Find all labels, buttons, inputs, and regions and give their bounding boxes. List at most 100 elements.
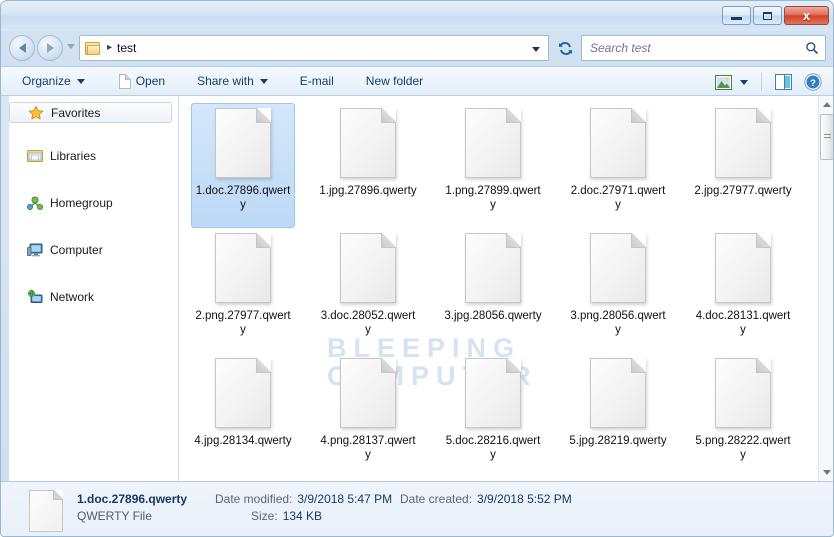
document-icon — [465, 233, 521, 303]
file-item-label: 3.jpg.28056.qwerty — [444, 310, 542, 322]
explorer-body: Favorites Libraries Homegroup Computer N… — [1, 96, 833, 481]
help-icon: ? — [804, 73, 822, 91]
command-toolbar: Organize Open Share with E-mail New fold… — [1, 66, 833, 97]
status-date-created: Date created: 3/9/2018 5:52 PM — [400, 492, 572, 506]
document-icon — [215, 108, 271, 178]
status-date-modified-label: Date modified: — [215, 492, 293, 506]
file-item[interactable]: 5.doc.28216.qwerty — [441, 353, 545, 478]
file-item[interactable]: 1.png.27899.qwerty — [441, 103, 545, 228]
sidebar-item-network[interactable]: Network — [9, 286, 172, 307]
recent-pages-chevron-down-icon[interactable] — [67, 44, 75, 49]
document-icon — [465, 358, 521, 428]
share-with-label: Share with — [197, 74, 254, 88]
show-preview-pane-button[interactable] — [770, 69, 797, 95]
file-item-label: 1.doc.27896.qwerty — [195, 185, 291, 211]
chevron-down-icon — [259, 78, 268, 84]
document-icon — [340, 358, 396, 428]
close-icon: x — [802, 8, 811, 23]
email-label: E-mail — [299, 74, 334, 88]
file-item[interactable]: 3.jpg.28056.qwerty — [441, 228, 545, 353]
file-list-pane[interactable]: BLEEPING COMPUTER 1.doc.27896.qwerty 1.jp… — [179, 96, 833, 481]
document-icon — [465, 108, 521, 178]
network-icon — [27, 289, 43, 305]
search-icon — [806, 42, 819, 55]
back-arrow-icon — [18, 43, 26, 53]
refresh-icon — [558, 41, 572, 55]
minimize-icon — [731, 17, 742, 20]
file-item[interactable]: 2.doc.27971.qwerty — [566, 103, 670, 228]
document-icon — [715, 108, 771, 178]
help-button[interactable]: ? — [799, 69, 827, 95]
file-item-label: 5.doc.28216.qwerty — [445, 435, 541, 461]
document-icon — [590, 108, 646, 178]
sidebar-item-libraries[interactable]: Libraries — [9, 145, 172, 166]
status-date-modified: Date modified: 3/9/2018 5:47 PM — [215, 492, 400, 506]
breadcrumb-path-test[interactable]: test — [117, 41, 136, 55]
sidebar-item-label: Libraries — [50, 148, 97, 163]
file-item-label: 3.png.28056.qwerty — [570, 310, 666, 336]
window-controls: x — [722, 6, 829, 25]
search-box[interactable] — [581, 35, 826, 61]
breadcrumb-chevron-down-icon[interactable] — [532, 47, 540, 52]
file-item-label: 5.jpg.28219.qwerty — [569, 435, 667, 447]
new-folder-button[interactable]: New folder — [357, 70, 432, 92]
back-button[interactable] — [9, 35, 35, 61]
file-item-label: 4.doc.28131.qwerty — [695, 310, 791, 336]
status-line-primary: 1.doc.27896.qwerty Date modified: 3/9/201… — [77, 492, 572, 509]
sidebar-item-homegroup[interactable]: Homegroup — [9, 192, 172, 213]
file-item[interactable]: 3.png.28056.qwerty — [566, 228, 670, 353]
document-icon — [215, 358, 271, 428]
forward-button[interactable] — [37, 35, 63, 61]
file-item[interactable]: 4.png.28137.qwerty — [316, 353, 420, 478]
document-icon — [215, 233, 271, 303]
file-item-label: 2.png.27977.qwerty — [195, 310, 291, 336]
search-input[interactable] — [588, 40, 805, 56]
new-folder-label: New folder — [365, 74, 424, 88]
maximize-button[interactable] — [753, 6, 782, 25]
file-item-label: 5.png.28222.qwerty — [695, 435, 791, 461]
status-file-type: QWERTY File — [77, 509, 152, 523]
address-bar-row: ▸ test — [1, 31, 833, 66]
file-item-label: 2.doc.27971.qwerty — [570, 185, 666, 211]
organize-button[interactable]: Organize — [13, 70, 94, 92]
file-item[interactable]: 5.jpg.28219.qwerty — [566, 353, 670, 478]
close-button[interactable]: x — [784, 6, 829, 25]
file-item[interactable]: 2.jpg.27977.qwerty — [691, 103, 795, 228]
maximize-icon — [763, 11, 772, 20]
status-date-created-label: Date created: — [400, 492, 473, 506]
file-item[interactable]: 1.doc.27896.qwerty — [191, 103, 295, 228]
minimize-button[interactable] — [722, 6, 751, 25]
refresh-button[interactable] — [553, 35, 577, 61]
libraries-icon — [27, 148, 43, 164]
breadcrumb[interactable]: ▸ test — [79, 35, 549, 61]
navigation-pane: Favorites Libraries Homegroup Computer N… — [1, 96, 179, 481]
svg-text:?: ? — [810, 78, 816, 89]
document-icon — [340, 108, 396, 178]
file-item[interactable]: 3.doc.28052.qwerty — [316, 228, 420, 353]
file-item[interactable]: 4.jpg.28134.qwerty — [191, 353, 295, 478]
status-file-name: 1.doc.27896.qwerty — [77, 492, 188, 506]
file-item[interactable]: 4.doc.28131.qwerty — [691, 228, 795, 353]
document-icon — [340, 233, 396, 303]
computer-icon — [27, 242, 43, 258]
preview-pane-icon — [775, 74, 792, 90]
email-button[interactable]: E-mail — [291, 70, 343, 92]
sidebar-item-computer[interactable]: Computer — [9, 239, 172, 260]
status-line-secondary: QWERTY File Size: 134 KB — [77, 509, 572, 526]
toolbar-right-group: ? — [710, 67, 827, 97]
sidebar-item-label: Favorites — [51, 105, 101, 120]
file-item[interactable]: 1.jpg.27896.qwerty — [316, 103, 420, 228]
sidebar-item-label: Homegroup — [50, 195, 113, 210]
file-item-label: 4.jpg.28134.qwerty — [194, 435, 292, 447]
toolbar-divider — [761, 73, 762, 91]
view-picture-icon — [715, 74, 732, 90]
sidebar-item-favorites[interactable]: Favorites — [9, 102, 172, 123]
status-document-icon — [29, 490, 63, 532]
chevron-down-icon[interactable] — [740, 79, 748, 85]
file-item[interactable]: 5.png.28222.qwerty — [691, 353, 795, 478]
breadcrumb-separator-icon: ▸ — [107, 42, 113, 53]
share-with-button[interactable]: Share with — [188, 70, 277, 92]
open-button[interactable]: Open — [110, 70, 174, 92]
change-view-button[interactable] — [710, 69, 753, 95]
file-item[interactable]: 2.png.27977.qwerty — [191, 228, 295, 353]
